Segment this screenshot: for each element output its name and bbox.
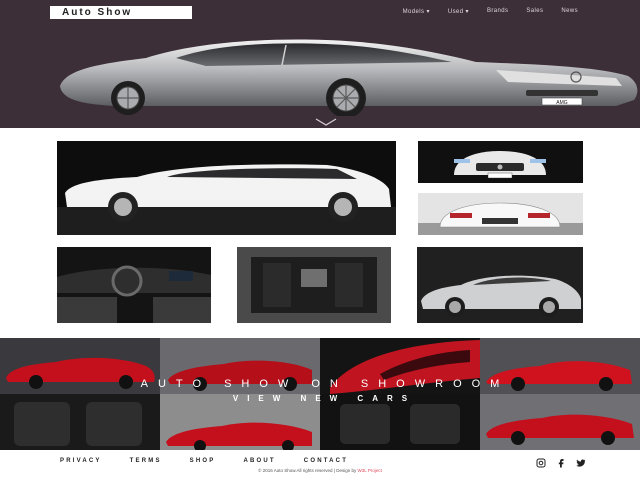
nav-item-sales[interactable]: Sales xyxy=(526,8,543,15)
social-links xyxy=(536,455,586,468)
hero-banner: Auto Show Models ▾ Used ▾ Brands Sales N… xyxy=(0,0,640,128)
instagram-icon[interactable] xyxy=(536,455,546,468)
nav-item-used[interactable]: Used ▾ xyxy=(448,8,469,15)
page: Auto Show Models ▾ Used ▾ Brands Sales N… xyxy=(0,0,640,480)
footer-link-contact[interactable]: CONTACT xyxy=(304,458,348,464)
nav-item-brands[interactable]: Brands xyxy=(487,8,508,15)
nav-item-news[interactable]: News xyxy=(561,8,578,15)
car-gallery xyxy=(0,128,640,338)
scroll-down-icon[interactable] xyxy=(314,117,338,127)
gallery-image-rear-view[interactable] xyxy=(418,193,583,235)
footer-link-privacy[interactable]: PRIVACY xyxy=(60,458,102,464)
copyright-text: © 2016 Auto Show.All rights reserved | D… xyxy=(258,468,382,473)
site-logo[interactable]: Auto Show xyxy=(50,6,192,19)
nav-item-models[interactable]: Models ▾ xyxy=(403,8,430,15)
footer-nav: PRIVACY TERMS SHOP ABOUT CONTACT xyxy=(60,458,376,464)
gallery-image-front-view[interactable] xyxy=(418,141,583,183)
site-footer: PRIVACY TERMS SHOP ABOUT CONTACT © 2016 … xyxy=(0,450,640,480)
showroom-banner: AUTO SHOW ON SHOWROOM VIEW NEW CARS xyxy=(0,338,640,450)
footer-link-about[interactable]: ABOUT xyxy=(243,458,275,464)
footer-link-shop[interactable]: SHOP xyxy=(190,458,216,464)
main-nav: Models ▾ Used ▾ Brands Sales News xyxy=(403,8,578,15)
gallery-image-interior-top[interactable] xyxy=(237,247,391,323)
gallery-image-silver-coupe[interactable] xyxy=(417,247,583,323)
gallery-image-interior-dashboard[interactable] xyxy=(57,247,211,323)
facebook-icon[interactable] xyxy=(556,455,566,468)
footer-link-terms[interactable]: TERMS xyxy=(130,458,162,464)
hero-license-plate: AMG xyxy=(556,100,568,106)
twitter-icon[interactable] xyxy=(576,455,586,467)
view-new-cars-link[interactable]: VIEW NEW CARS xyxy=(0,394,640,403)
gallery-image-white-suv[interactable] xyxy=(57,141,396,235)
showroom-title: AUTO SHOW ON SHOWROOM xyxy=(140,378,510,390)
designer-credit-link[interactable]: W3L Project xyxy=(357,468,381,473)
hero-car-image: AMG xyxy=(60,39,638,116)
